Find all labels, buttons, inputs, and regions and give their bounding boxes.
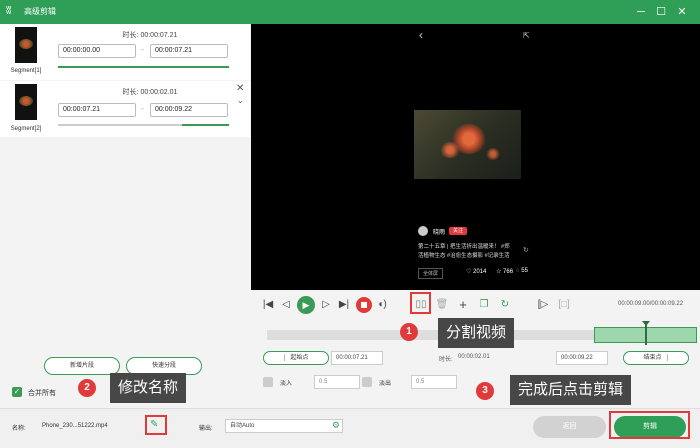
- segment-start-input[interactable]: 00:00:00.00: [58, 44, 136, 58]
- video-frame: [414, 110, 521, 179]
- add-icon[interactable]: +: [456, 298, 470, 312]
- segment-item[interactable]: Segment[1] 时长: 00:00:07.21 00:00:00.00 -…: [0, 24, 250, 80]
- segment-name: Segment[2]: [10, 126, 42, 132]
- app-logo-icon: ʬ: [6, 5, 12, 17]
- follow-badge[interactable]: 关注: [449, 227, 468, 235]
- caption-line: 活植物生态 #治愈生态摄影 #记录生活: [418, 253, 510, 259]
- output-label: 输出:: [199, 426, 213, 432]
- fade-in-label: 淡入: [280, 381, 293, 387]
- callout-label: 完成后点击剪辑: [510, 375, 632, 405]
- callout-highlight-name: [145, 415, 167, 435]
- favorite-count: ☆ 766: [496, 269, 514, 275]
- copy-icon[interactable]: ❐: [477, 298, 491, 312]
- segment-end-input[interactable]: 00:00:07.21: [150, 44, 228, 58]
- segment-progress: [58, 66, 229, 68]
- callout-badge: 3: [476, 382, 494, 400]
- segment-duration: 时长: 00:00:07.21: [122, 32, 178, 39]
- end-time-input[interactable]: 00:00:09.22: [556, 351, 608, 365]
- time-display: 00:00:09.00/00:00:09.22: [618, 301, 684, 307]
- bottom-bar: 名称: Phone_230...51222.mp4 ✎ 输出: 自动Auto ⚙ …: [0, 408, 700, 448]
- like-count: ♡ 2014: [466, 269, 487, 275]
- callout-badge: 1: [400, 323, 418, 341]
- mark-in-icon[interactable]: [▷: [536, 298, 550, 312]
- segment-item[interactable]: Segment[2] 时长: 00:00:02.01 ✕ ⌄ 00:00:07.…: [0, 81, 250, 137]
- window-title: 高级剪辑: [24, 7, 56, 16]
- segment-duration: 时长: 00:00:02.01: [122, 89, 178, 96]
- add-segment-button[interactable]: 新增片段: [44, 357, 120, 375]
- minimize-button[interactable]: ─: [632, 3, 650, 21]
- callout-badge: 2: [78, 379, 96, 397]
- back-button[interactable]: 返回: [533, 416, 606, 438]
- gear-icon[interactable]: ⚙: [332, 419, 340, 431]
- callout-highlight-cut: [609, 411, 690, 439]
- segment-thumbnail: [15, 27, 37, 63]
- start-time-input[interactable]: 00:00:07.21: [331, 351, 383, 365]
- chevron-down-icon[interactable]: ⌄: [237, 96, 244, 105]
- fade-out-input[interactable]: 0.5: [411, 375, 457, 389]
- share-icon[interactable]: ⇱: [523, 31, 530, 40]
- next-frame-icon[interactable]: ▷: [319, 298, 333, 312]
- volume-icon[interactable]: ◖): [375, 298, 389, 312]
- fade-out-label: 淡出: [379, 381, 392, 387]
- set-end-button[interactable]: 结束点 ]: [623, 351, 689, 365]
- callout-highlight-split: [410, 292, 431, 314]
- callout-label: 分割视频: [438, 318, 515, 348]
- maximize-button[interactable]: ☐: [652, 3, 670, 21]
- mark-out-icon[interactable]: [□]: [557, 298, 571, 312]
- callout-label: 修改名称: [110, 373, 187, 403]
- caption-line: 第二十五章 | 把生活折出温暖来！ #郑: [418, 244, 510, 250]
- delete-icon[interactable]: 🗑: [435, 298, 449, 312]
- duration-label: 时长:: [439, 357, 453, 363]
- video-preview[interactable]: ‹ ⇱ 晓雨 关注 第二十五章 | 把生活折出温暖来！ #郑 活植物生态 #治愈…: [251, 24, 700, 290]
- stop-button[interactable]: [356, 297, 372, 313]
- segment-panel: Segment[1] 时长: 00:00:07.21 00:00:00.00 -…: [0, 24, 250, 398]
- duration-value: 00:00:02.01: [458, 354, 490, 360]
- segment-thumbnail: [15, 84, 37, 120]
- filename: Phone_230...51222.mp4: [42, 423, 108, 429]
- merge-all-label: 合并所有: [28, 390, 56, 397]
- range-separator: -: [141, 45, 144, 54]
- fullscreen-tag: 全体屏: [418, 268, 444, 279]
- segment-name: Segment[1]: [10, 68, 42, 74]
- avatar: [418, 226, 428, 236]
- fade-in-checkbox[interactable]: [263, 377, 273, 387]
- segment-end-input[interactable]: 00:00:09.22: [150, 103, 228, 117]
- set-start-button[interactable]: [ 起始点: [263, 351, 329, 365]
- comment-count: ◌ 55: [516, 268, 528, 274]
- title-bar: ʬ 高级剪辑 ─ ☐ ✕: [0, 0, 700, 24]
- name-label: 名称:: [12, 426, 26, 432]
- merge-all-checkbox[interactable]: ✓: [12, 387, 22, 397]
- fade-out-checkbox[interactable]: [362, 377, 372, 387]
- skip-start-icon[interactable]: |◀: [261, 298, 275, 312]
- username: 晓雨: [433, 230, 446, 236]
- prev-frame-icon[interactable]: ◁: [279, 298, 293, 312]
- skip-end-icon[interactable]: ▶|: [337, 298, 351, 312]
- close-button[interactable]: ✕: [673, 3, 691, 21]
- range-separator: -: [141, 104, 144, 113]
- back-icon[interactable]: ‹: [419, 28, 423, 42]
- play-button[interactable]: ▶: [297, 296, 315, 314]
- delete-segment-icon[interactable]: ✕: [236, 83, 244, 94]
- output-select[interactable]: 自动Auto ⚙: [225, 419, 343, 433]
- refresh-icon: ↻: [523, 247, 529, 254]
- segment-progress: [182, 124, 229, 126]
- playhead[interactable]: [645, 323, 647, 345]
- reset-icon[interactable]: ↻: [498, 298, 512, 312]
- fade-in-input[interactable]: 0.5: [314, 375, 360, 389]
- segment-start-input[interactable]: 00:00:07.21: [58, 103, 136, 117]
- playhead-marker: [642, 321, 650, 326]
